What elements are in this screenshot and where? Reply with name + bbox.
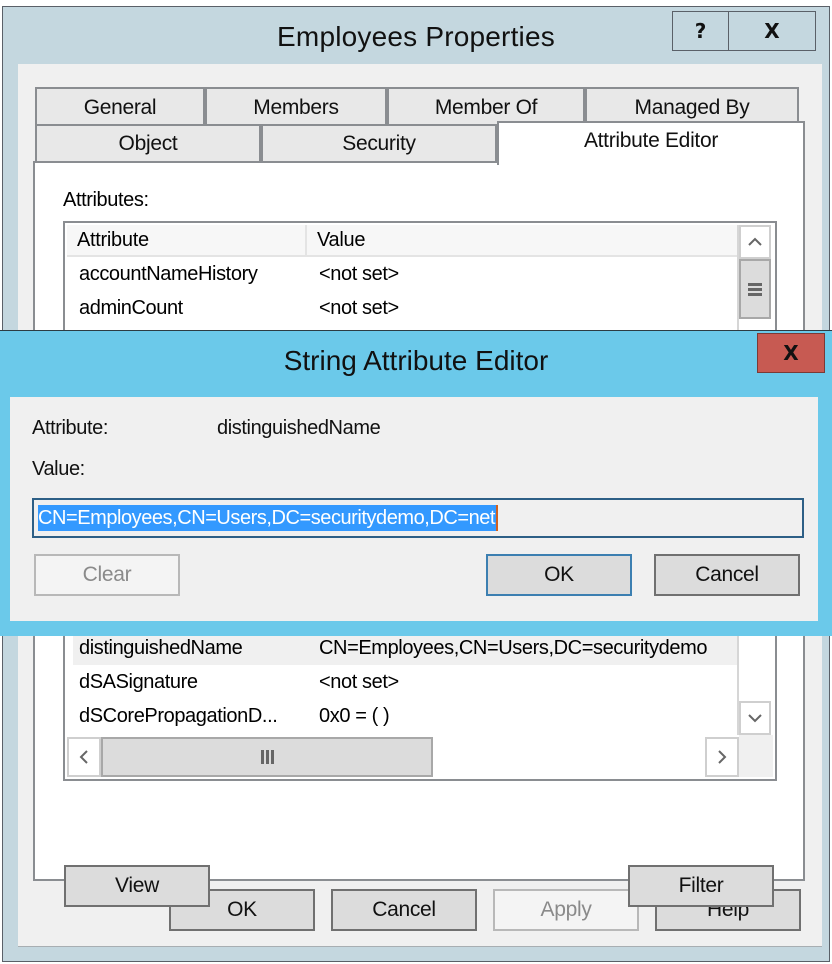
attribute-value: <not set> <box>319 671 399 693</box>
grip-icon <box>261 750 274 764</box>
close-icon: X <box>783 341 799 365</box>
tab-object[interactable]: Object <box>35 124 261 162</box>
attribute-name: distinguishedName <box>79 637 243 659</box>
attribute-name: dSASignature <box>79 671 198 693</box>
view-button[interactable]: View <box>64 865 210 907</box>
chevron-left-icon <box>79 750 88 764</box>
horizontal-scroll-thumb[interactable] <box>101 737 433 777</box>
tab-managed-by[interactable]: Managed By <box>585 87 799 125</box>
vertical-scroll-thumb[interactable] <box>739 259 771 319</box>
attributes-label: Attributes: <box>63 189 149 211</box>
attribute-value: <not set> <box>319 297 399 319</box>
scroll-down-button[interactable] <box>739 701 771 735</box>
horizontal-scrollbar[interactable] <box>67 737 739 777</box>
attribute-value: CN=Employees,CN=Users,DC=securitydemo <box>319 637 708 659</box>
dialog-close-button[interactable]: X <box>757 333 825 373</box>
string-attribute-editor-dialog: String Attribute Editor X Attribute: dis… <box>0 330 832 636</box>
apply-button[interactable]: Apply <box>493 889 639 931</box>
value-input-selected-text: CN=Employees,CN=Users,DC=securitydemo,DC… <box>38 505 499 531</box>
chevron-up-icon <box>748 237 762 246</box>
list-item[interactable]: accountNameHistory <not set> <box>73 257 739 291</box>
attribute-value: 0x0 = ( ) <box>319 705 390 727</box>
help-button[interactable]: ? <box>672 11 728 51</box>
scroll-up-button[interactable] <box>739 225 771 259</box>
dialog-title: String Attribute Editor <box>283 345 549 376</box>
attribute-name-value: distinguishedName <box>217 417 381 439</box>
attribute-label: Attribute: <box>32 417 109 439</box>
filter-button[interactable]: Filter <box>628 865 774 907</box>
grip-icon <box>748 283 762 296</box>
attribute-name: adminCount <box>79 297 183 319</box>
scrollbar-corner <box>739 735 773 777</box>
tab-member-of[interactable]: Member Of <box>387 87 585 125</box>
dialog-ok-button[interactable]: OK <box>486 554 632 596</box>
list-item[interactable]: dSCorePropagationD... 0x0 = ( ) <box>73 699 739 733</box>
chevron-down-icon <box>748 714 762 723</box>
list-item-selected[interactable]: distinguishedName CN=Employees,CN=Users,… <box>73 631 739 665</box>
tab-general[interactable]: General <box>35 87 205 125</box>
dialog-client-area: Attribute: distinguishedName Value: CN=E… <box>10 397 818 621</box>
tab-security[interactable]: Security <box>261 124 497 162</box>
dialog-cancel-button[interactable]: Cancel <box>654 554 800 596</box>
close-button[interactable]: X <box>728 11 816 51</box>
scroll-left-button[interactable] <box>67 737 101 777</box>
value-input[interactable]: CN=Employees,CN=Users,DC=securitydemo,DC… <box>32 498 804 538</box>
tab-members[interactable]: Members <box>205 87 387 125</box>
attribute-name: accountNameHistory <box>79 263 258 285</box>
chevron-right-icon <box>718 750 727 764</box>
attribute-name: dSCorePropagationD... <box>79 705 278 727</box>
list-item[interactable]: adminCount <not set> <box>73 291 739 325</box>
cancel-button[interactable]: Cancel <box>331 889 477 931</box>
tab-attribute-editor[interactable]: Attribute Editor <box>497 121 805 165</box>
close-icon: X <box>764 19 780 43</box>
clear-button[interactable]: Clear <box>34 554 180 596</box>
attribute-value: <not set> <box>319 263 399 285</box>
column-header-value[interactable]: Value <box>307 225 741 257</box>
scroll-right-button[interactable] <box>705 737 739 777</box>
column-header-attribute[interactable]: Attribute <box>67 225 307 257</box>
value-label: Value: <box>32 458 85 480</box>
list-item[interactable]: dSASignature <not set> <box>73 665 739 699</box>
